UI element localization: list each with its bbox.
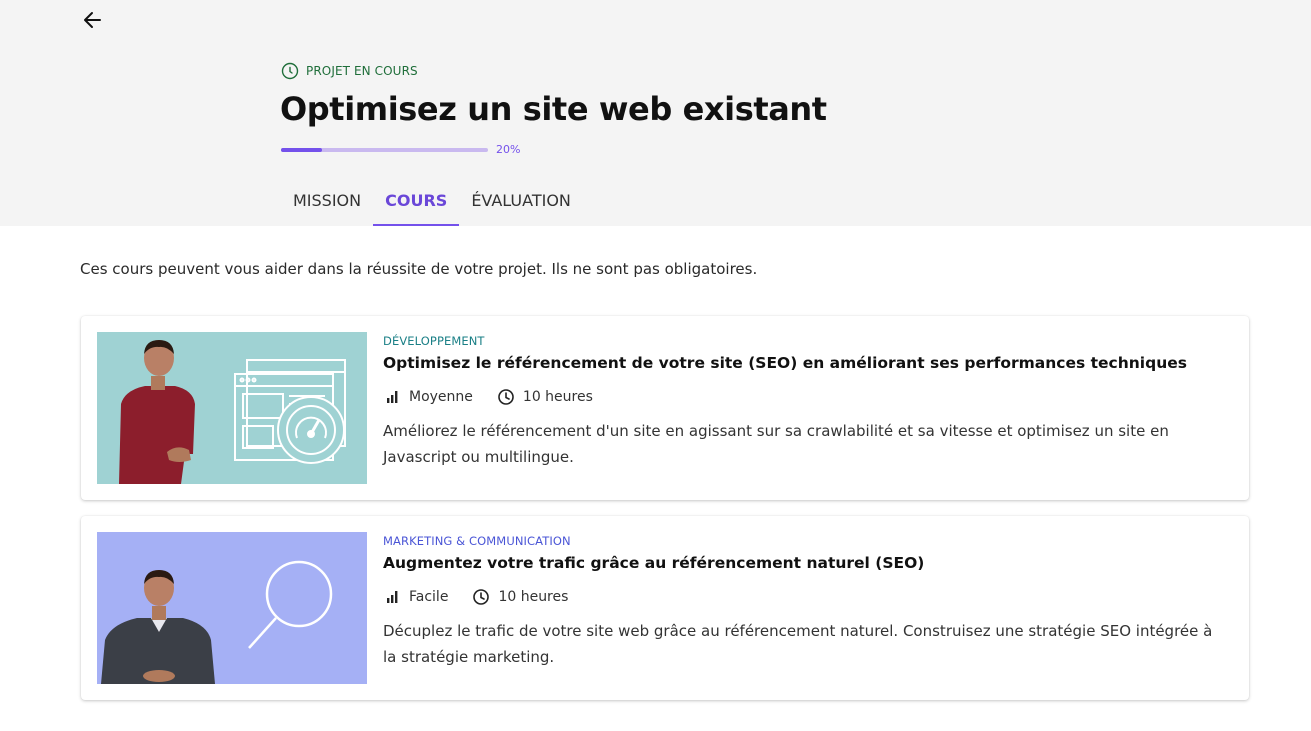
back-arrow-icon[interactable]	[80, 8, 106, 32]
difficulty-bars-icon	[383, 589, 401, 605]
course-thumbnail	[97, 532, 367, 684]
course-duration: 10 heures	[522, 389, 593, 405]
tab-cours[interactable]: COURS	[373, 186, 460, 226]
progress-label: 20%	[496, 143, 521, 156]
project-tabs: MISSION COURS ÉVALUATION	[281, 186, 583, 226]
intro-text: Ces cours peuvent vous aider dans la réu…	[80, 260, 758, 278]
course-difficulty: Moyenne	[409, 389, 473, 405]
difficulty-bars-icon	[383, 389, 401, 405]
status-label: PROJET EN COURS	[306, 64, 418, 78]
course-title[interactable]: Optimisez le référencement de votre site…	[383, 354, 1229, 372]
course-category: DÉVELOPPEMENT	[383, 334, 485, 348]
course-thumbnail	[97, 332, 367, 484]
page-title: Optimisez un site web existant	[280, 90, 827, 128]
project-progress-bar	[281, 148, 488, 152]
course-difficulty: Facile	[409, 589, 449, 605]
project-header: PROJET EN COURS Optimisez un site web ex…	[0, 0, 1311, 226]
course-duration: 10 heures	[498, 589, 569, 605]
course-description: Décuplez le trafic de votre site web grâ…	[383, 622, 1213, 666]
project-status: PROJET EN COURS	[281, 62, 418, 80]
tab-mission[interactable]: MISSION	[281, 186, 373, 226]
course-card[interactable]: DÉVELOPPEMENT Optimisez le référencement…	[81, 316, 1249, 500]
course-title[interactable]: Augmentez votre trafic grâce au référenc…	[383, 554, 1229, 572]
tab-evaluation[interactable]: ÉVALUATION	[459, 186, 583, 226]
course-category: MARKETING & COMMUNICATION	[383, 534, 571, 548]
clock-icon	[472, 588, 490, 606]
course-description: Améliorez le référencement d'un site en …	[383, 422, 1169, 466]
in-progress-icon	[281, 62, 299, 80]
clock-icon	[497, 388, 515, 406]
progress-bar-fill	[281, 148, 323, 152]
course-card[interactable]: MARKETING & COMMUNICATION Augmentez votr…	[81, 516, 1249, 700]
